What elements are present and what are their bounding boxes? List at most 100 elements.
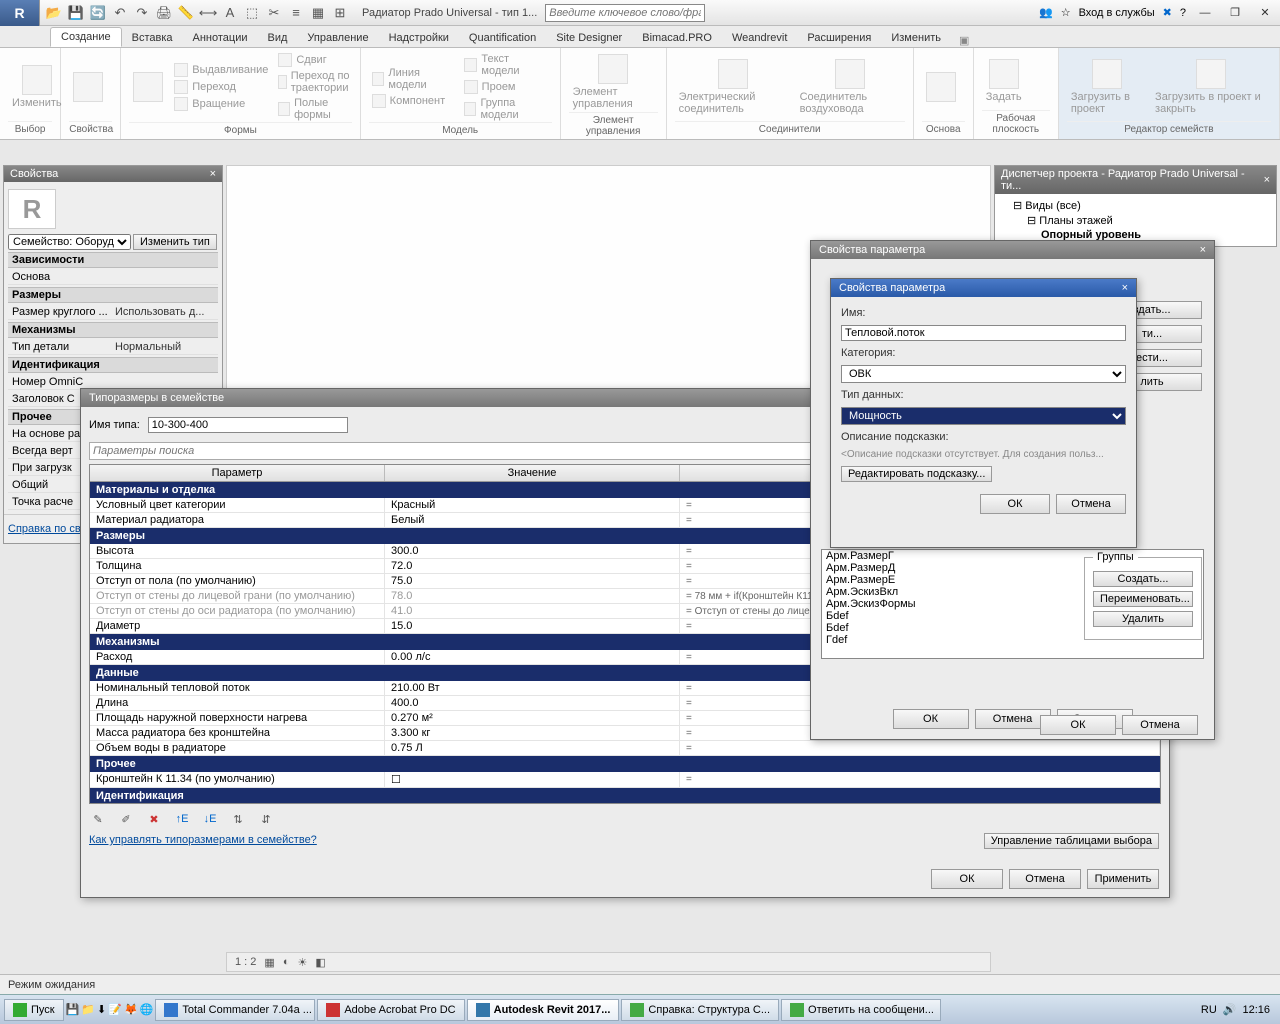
cat-sizes[interactable]: Размеры: [8, 287, 218, 303]
grp-rename-button[interactable]: Переименовать...: [1093, 591, 1193, 607]
cat-id[interactable]: Идентификация: [8, 357, 218, 373]
modelgroup-button[interactable]: Группа модели: [461, 96, 552, 122]
tray-speaker-icon[interactable]: 🔊: [1223, 1003, 1237, 1016]
edit-param-icon[interactable]: ✐: [117, 810, 135, 828]
close-button[interactable]: ✕: [1254, 4, 1276, 22]
task-acrobat[interactable]: Adobe Acrobat Pro DC: [317, 999, 464, 1021]
tray-lang[interactable]: RU: [1201, 1004, 1217, 1016]
help-icon[interactable]: ?: [1180, 7, 1186, 19]
ql-write-icon[interactable]: 📝: [108, 1003, 122, 1016]
pp-outer-ok2-button[interactable]: ОК: [1040, 715, 1116, 735]
family-selector[interactable]: Семейство: Оборуд: [8, 234, 131, 250]
col-parameter[interactable]: Параметр: [90, 465, 385, 481]
tab-bimacad[interactable]: Bimacad.PRO: [632, 29, 722, 47]
ft-ok-button[interactable]: ОК: [931, 869, 1003, 889]
pp-outer-ok-button[interactable]: ОК: [893, 709, 969, 729]
tab-extensions[interactable]: Расширения: [797, 29, 881, 47]
ft-cancel-button[interactable]: Отмена: [1009, 869, 1081, 889]
detail-level-icon[interactable]: ▦: [264, 956, 274, 969]
minimize-button[interactable]: —: [1194, 4, 1216, 22]
pp-name-input[interactable]: [841, 325, 1126, 341]
sweep-button[interactable]: Сдвиг: [275, 52, 357, 68]
new-param-icon[interactable]: ✎: [89, 810, 107, 828]
grp-delete-button[interactable]: Удалить: [1093, 611, 1193, 627]
shadows-icon[interactable]: ◧: [315, 956, 325, 969]
grp-create-button[interactable]: Создать...: [1093, 571, 1193, 587]
3d-icon[interactable]: ⬚: [244, 5, 260, 21]
ft-apply-button[interactable]: Применить: [1087, 869, 1159, 889]
ql-dl-icon[interactable]: ⬇: [97, 1003, 106, 1016]
delete-param-icon[interactable]: ✖: [145, 810, 163, 828]
restore-button[interactable]: ❐: [1224, 4, 1246, 22]
cat-deps[interactable]: Зависимости: [8, 252, 218, 268]
ql-save-icon[interactable]: 💾: [66, 1003, 80, 1016]
section-icon[interactable]: ✂: [266, 5, 282, 21]
exchange-icon[interactable]: ✖: [1163, 6, 1172, 19]
modeltext-button[interactable]: Текст модели: [461, 52, 552, 78]
pp-cat-select[interactable]: ОВК: [841, 365, 1126, 383]
text-icon[interactable]: A: [222, 5, 238, 21]
movedown-icon[interactable]: ↓E: [201, 810, 219, 828]
visual-style-icon[interactable]: ◐: [283, 956, 290, 968]
task-revit[interactable]: Autodesk Revit 2017...: [467, 999, 620, 1021]
edit-hint-button[interactable]: Редактировать подсказку...: [841, 466, 992, 482]
save-icon[interactable]: 💾: [68, 5, 84, 21]
undo-icon[interactable]: ↶: [112, 5, 128, 21]
sortasc-icon[interactable]: ⇅: [229, 810, 247, 828]
load-close-button[interactable]: Загрузить в проект и закрыть: [1151, 57, 1271, 117]
task-reply[interactable]: Ответить на сообщени...: [781, 999, 941, 1021]
close-windows-icon[interactable]: ▦: [310, 5, 326, 21]
task-help[interactable]: Справка: Структура С...: [621, 999, 779, 1021]
pp-type-select[interactable]: Мощность: [841, 407, 1126, 425]
typename-input[interactable]: [148, 417, 348, 433]
workplane-button[interactable]: Задать: [982, 57, 1026, 105]
print-icon[interactable]: 🖨: [156, 5, 172, 21]
thin-lines-icon[interactable]: ≡: [288, 5, 304, 21]
revolve-button[interactable]: Вращение: [171, 96, 271, 112]
tab-create[interactable]: Создание: [50, 27, 122, 47]
table-row[interactable]: Кронштейн К 11.34 (по умолчанию)☐=: [90, 772, 1160, 788]
ql-chrome-icon[interactable]: 🌐: [140, 1003, 154, 1016]
pt-cat[interactable]: Прочее: [90, 756, 1160, 772]
scale-label[interactable]: 1 : 2: [235, 956, 256, 968]
open-icon[interactable]: 📂: [46, 5, 62, 21]
start-button[interactable]: Пуск: [4, 999, 64, 1021]
elec-connector-button[interactable]: Электрический соединитель: [675, 57, 792, 117]
load-project-button[interactable]: Загрузить в проект: [1067, 57, 1147, 117]
tab-view[interactable]: Вид: [258, 29, 298, 47]
subscription-icon[interactable]: 👥: [1039, 6, 1053, 19]
modelline-button[interactable]: Линия модели: [369, 66, 457, 92]
edit-type-button[interactable]: Изменить тип: [133, 234, 217, 250]
manage-types-link[interactable]: Как управлять типоразмерами в семействе?: [89, 834, 317, 846]
tab-weandrevit[interactable]: Weandrevit: [722, 29, 797, 47]
ref-button[interactable]: [922, 70, 960, 104]
pp-outer-close-icon[interactable]: ×: [1200, 244, 1206, 256]
ribbon-panel-toggle-icon[interactable]: ▣: [959, 34, 969, 47]
sweptblend-button[interactable]: Переход по траектории: [275, 69, 357, 95]
tab-annotate[interactable]: Аннотации: [183, 29, 258, 47]
app-menu-button[interactable]: R: [0, 0, 40, 26]
pp-ok-button[interactable]: ОК: [980, 494, 1050, 514]
pp-outer-cancel2-button[interactable]: Отмена: [1122, 715, 1198, 735]
table-row[interactable]: Объем воды в радиаторе0.75 Л=: [90, 741, 1160, 756]
duct-connector-button[interactable]: Соединитель воздуховода: [796, 57, 905, 117]
switch-windows-icon[interactable]: ⊞: [332, 5, 348, 21]
sortdesc-icon[interactable]: ⇵: [257, 810, 275, 828]
control-button[interactable]: Элемент управления: [569, 52, 658, 112]
forms-split[interactable]: [129, 70, 167, 104]
pp-close-icon[interactable]: ×: [1122, 282, 1128, 294]
modify-button[interactable]: Изменить: [8, 63, 66, 111]
col-value[interactable]: Значение: [385, 465, 680, 481]
tab-addins[interactable]: Надстройки: [379, 29, 459, 47]
favorite-icon[interactable]: ☆: [1061, 6, 1071, 19]
pt-cat[interactable]: Идентификация: [90, 788, 1160, 804]
tab-site[interactable]: Site Designer: [546, 29, 632, 47]
tree-plans[interactable]: ⊟ Планы этажей: [999, 213, 1272, 228]
ql-ff-icon[interactable]: 🦊: [124, 1003, 138, 1016]
tab-quant[interactable]: Quantification: [459, 29, 546, 47]
properties-button[interactable]: [69, 70, 107, 104]
browser-close-icon[interactable]: ×: [1264, 174, 1270, 186]
component-button[interactable]: Компонент: [369, 93, 457, 109]
pp-cancel-button[interactable]: Отмена: [1056, 494, 1126, 514]
redo-icon[interactable]: ↷: [134, 5, 150, 21]
